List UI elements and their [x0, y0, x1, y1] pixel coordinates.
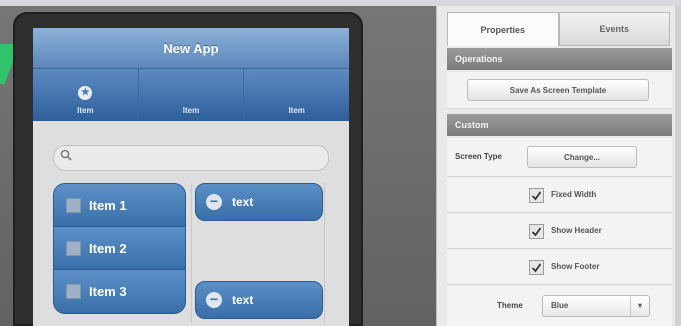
- show-footer-row: Show Footer: [447, 250, 672, 285]
- properties-panel: Properties Events Operations Save As Scr…: [436, 6, 681, 326]
- app-tab-label: Item: [288, 106, 305, 115]
- star-icon: ★: [78, 86, 93, 100]
- show-header-row: Show Header: [447, 214, 672, 249]
- theme-label: Theme: [497, 301, 523, 310]
- checkmark-icon: [531, 191, 542, 201]
- save-as-template-button[interactable]: Save As Screen Template: [467, 79, 649, 101]
- item-list: Item 1 Item 2 Item 3: [53, 183, 186, 314]
- checkbox-icon: [66, 197, 81, 213]
- app-screen: New App ★ Item Item Item Item 1 Item 2 I…: [33, 28, 349, 326]
- list-item-label: Item 2: [89, 240, 127, 256]
- checkbox-icon: [66, 283, 81, 299]
- app-title-bar: New App: [33, 28, 349, 69]
- app-tab-3[interactable]: Item: [244, 69, 349, 121]
- checkbox-label: Show Header: [551, 226, 602, 235]
- theme-row: Theme Blue ▾: [447, 286, 672, 326]
- button-column: − text − text: [191, 183, 325, 323]
- checkmark-icon: [531, 263, 542, 273]
- search-icon: [60, 149, 72, 161]
- button-label: Change...: [563, 152, 600, 162]
- checkbox-label: Show Footer: [551, 262, 600, 271]
- section-operations: Operations: [447, 48, 672, 70]
- text-button[interactable]: − text: [195, 281, 323, 319]
- button-label: text: [232, 293, 254, 307]
- app-tab-label: Item: [182, 106, 200, 115]
- app-tab-1[interactable]: ★ Item: [33, 69, 139, 121]
- checkmark-icon: [531, 227, 542, 237]
- theme-select[interactable]: Blue ▾: [542, 295, 650, 317]
- minus-icon: −: [206, 194, 222, 210]
- app-title: New App: [163, 40, 219, 56]
- tab-events[interactable]: Events: [558, 12, 670, 46]
- list-item[interactable]: Item 3: [54, 270, 185, 312]
- screen-type-row: Screen Type Change...: [447, 138, 672, 177]
- list-item-label: Item 1: [89, 197, 127, 213]
- tab-properties[interactable]: Properties: [447, 12, 559, 46]
- tab-label: Events: [599, 24, 629, 34]
- fixed-width-row: Fixed Width: [447, 178, 672, 213]
- button-label: Save As Screen Template: [509, 85, 607, 95]
- checkbox-icon: [66, 240, 81, 256]
- tab-label: Properties: [480, 24, 526, 35]
- chevron-down-icon: ▾: [630, 296, 649, 316]
- show-footer-checkbox[interactable]: [529, 260, 544, 275]
- text-button[interactable]: − text: [195, 183, 323, 221]
- list-item[interactable]: Item 1: [54, 184, 185, 227]
- app-tab-2[interactable]: Item: [139, 69, 245, 121]
- app-tab-bar: ★ Item Item Item: [33, 69, 349, 122]
- checkbox-label: Fixed Width: [551, 190, 597, 199]
- fixed-width-checkbox[interactable]: [529, 188, 544, 203]
- screen-type-label: Screen Type: [455, 152, 502, 161]
- section-custom: Custom: [447, 114, 672, 136]
- search-input[interactable]: [53, 145, 329, 171]
- section-title: Custom: [455, 120, 489, 130]
- minus-icon: −: [206, 292, 222, 308]
- app-tab-label: Item: [77, 106, 94, 115]
- list-item-label: Item 3: [89, 283, 127, 299]
- right-edge: [675, 6, 681, 326]
- panel-tabs: Properties Events: [447, 12, 670, 46]
- show-header-checkbox[interactable]: [529, 224, 544, 239]
- list-item[interactable]: Item 2: [54, 227, 185, 270]
- section-title: Operations: [455, 54, 503, 64]
- change-screen-type-button[interactable]: Change...: [527, 146, 637, 168]
- theme-value: Blue: [551, 301, 569, 310]
- app-content: Item 1 Item 2 Item 3 − text − text: [33, 121, 349, 326]
- button-label: text: [232, 195, 254, 209]
